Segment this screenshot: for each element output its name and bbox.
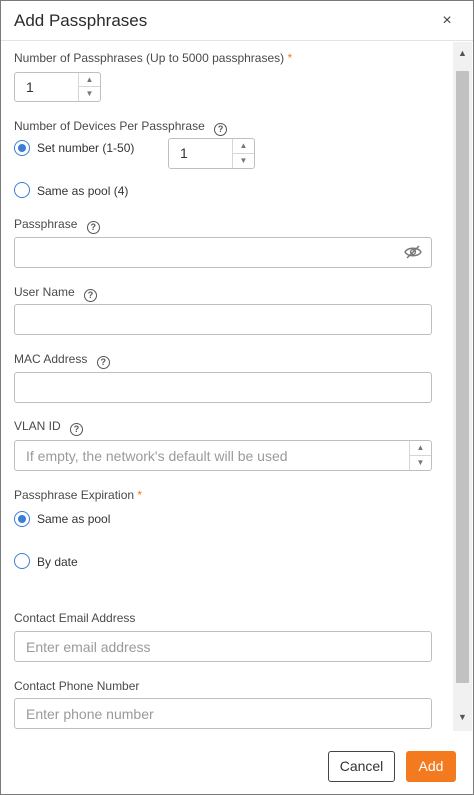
user-name-input[interactable]	[14, 304, 432, 335]
radio-same-as-pool-devices-label: Same as pool (4)	[37, 184, 129, 198]
user-name-label: User Name ?	[14, 285, 98, 302]
add-passphrases-dialog: Add Passphrases × Number of Passphrases …	[0, 0, 474, 795]
radio-same-as-pool-devices[interactable]	[14, 182, 30, 198]
scroll-up-icon[interactable]: ▲	[453, 44, 472, 62]
vlan-id-input[interactable]	[15, 441, 409, 470]
help-icon[interactable]: ?	[86, 221, 100, 234]
vlan-id-stepper: ▲ ▼	[14, 440, 432, 471]
vlan-id-label-text: VLAN ID	[14, 419, 61, 433]
required-mark: *	[137, 488, 143, 502]
dialog-footer: Cancel Add	[1, 731, 473, 794]
stepper-arrows: ▲ ▼	[78, 73, 100, 101]
expiration-label-text: Passphrase Expiration	[14, 488, 135, 502]
eye-slash-icon[interactable]	[404, 245, 422, 259]
radio-expiration-by-date-label: By date	[37, 555, 78, 569]
num-passphrases-value: 1	[26, 79, 34, 95]
contact-phone-input[interactable]	[14, 698, 432, 729]
passphrase-label-text: Passphrase	[14, 217, 78, 231]
devices-per-passphrase-label-text: Number of Devices Per Passphrase	[14, 119, 205, 133]
help-icon[interactable]: ?	[84, 289, 98, 302]
devices-number-value: 1	[180, 145, 188, 161]
mac-address-input[interactable]	[14, 372, 432, 403]
passphrase-input[interactable]	[14, 237, 432, 268]
dialog-header: Add Passphrases ×	[1, 1, 473, 41]
contact-email-label: Contact Email Address	[14, 611, 136, 625]
dialog-body: Number of Passphrases (Up to 5000 passph…	[1, 42, 453, 731]
scrollbar[interactable]: ▲ ▼	[453, 42, 472, 731]
stepper-arrows: ▲ ▼	[409, 441, 431, 470]
mac-address-label: MAC Address ?	[14, 352, 110, 369]
radio-expiration-same-as-pool[interactable]	[14, 511, 30, 527]
chevron-up-icon[interactable]: ▲	[79, 73, 100, 87]
num-passphrases-label-text: Number of Passphrases (Up to 5000 passph…	[14, 51, 285, 65]
devices-number-stepper[interactable]: 1 ▲ ▼	[168, 138, 255, 169]
user-name-label-text: User Name	[14, 285, 75, 299]
chevron-down-icon[interactable]: ▼	[410, 456, 431, 471]
scroll-down-icon[interactable]: ▼	[453, 708, 472, 726]
help-icon[interactable]: ?	[96, 356, 110, 369]
chevron-up-icon[interactable]: ▲	[233, 139, 254, 154]
chevron-down-icon[interactable]: ▼	[233, 154, 254, 169]
expiration-label: Passphrase Expiration *	[14, 488, 142, 502]
devices-per-passphrase-label: Number of Devices Per Passphrase ?	[14, 119, 228, 136]
vlan-id-label: VLAN ID ?	[14, 419, 84, 436]
chevron-up-icon[interactable]: ▲	[410, 441, 431, 456]
mac-address-label-text: MAC Address	[14, 352, 88, 366]
radio-expiration-same-as-pool-label: Same as pool	[37, 512, 111, 526]
scroll-thumb[interactable]	[456, 71, 469, 683]
help-icon[interactable]: ?	[214, 123, 228, 136]
chevron-down-icon[interactable]: ▼	[79, 87, 100, 101]
add-button[interactable]: Add	[406, 751, 456, 782]
passphrase-label: Passphrase ?	[14, 217, 100, 234]
num-passphrases-stepper[interactable]: 1 ▲ ▼	[14, 72, 101, 102]
contact-phone-label: Contact Phone Number	[14, 679, 140, 693]
required-mark: *	[287, 51, 293, 65]
stepper-arrows: ▲ ▼	[232, 139, 254, 168]
dialog-title: Add Passphrases	[14, 11, 148, 30]
num-passphrases-label: Number of Passphrases (Up to 5000 passph…	[14, 51, 292, 65]
cancel-button[interactable]: Cancel	[328, 751, 395, 782]
radio-set-number-label: Set number (1-50)	[37, 141, 135, 155]
help-icon[interactable]: ?	[70, 423, 84, 436]
radio-expiration-by-date[interactable]	[14, 553, 30, 569]
radio-set-number[interactable]	[14, 140, 30, 156]
close-icon[interactable]: ×	[438, 13, 456, 31]
contact-email-input[interactable]	[14, 631, 432, 662]
